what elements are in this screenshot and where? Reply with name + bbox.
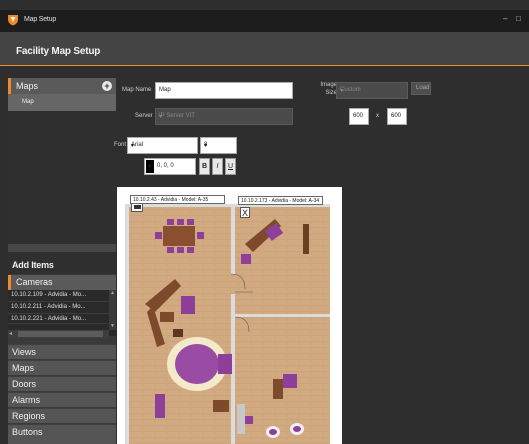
chevron-down-icon: ▾: [148, 164, 152, 170]
chevron-down-icon: ▾: [340, 88, 344, 94]
underline-button[interactable]: U: [225, 158, 236, 175]
maps-section-header: Maps +: [8, 78, 116, 94]
category-alarms[interactable]: Alarms: [8, 392, 116, 407]
camera-item[interactable]: 10.10.2.211 - Advidia - Mo...: [8, 302, 109, 314]
map-name-value: Map: [159, 87, 171, 93]
camera-label-text: 10.10.2.173 - Advidia - Model: A-34: [241, 198, 320, 204]
window-title: Map Setup: [24, 16, 57, 23]
sidebar-map-item[interactable]: Map: [8, 94, 116, 111]
category-label: Views: [12, 347, 36, 357]
category-buttons[interactable]: Buttons: [8, 424, 116, 444]
times-label: x: [376, 113, 379, 119]
title-bar: Map Setup – □: [0, 10, 529, 32]
category-regions[interactable]: Regions: [8, 408, 116, 423]
map-item-label: Map: [22, 99, 34, 105]
map-setup-window: Map Setup – □ Facility Map Setup Maps + …: [0, 0, 529, 444]
camera-label[interactable]: 10.10.2.43 - Advidia - Model: A-35: [130, 195, 225, 204]
camera-label[interactable]: 10.10.2.173 - Advidia - Model: A-34: [238, 196, 323, 205]
add-map-icon[interactable]: +: [102, 81, 112, 91]
font-label: Font: [114, 142, 127, 148]
scroll-down-icon[interactable]: ▼: [110, 323, 115, 329]
font-select[interactable]: Arial ▾: [127, 137, 198, 154]
image-size-label: Image Size: [320, 82, 337, 96]
category-label: Regions: [12, 411, 46, 421]
camera-label-text: 10.10.2.43 - Advidia - Model: A-35: [133, 197, 209, 203]
floor-plan-image: [125, 204, 330, 444]
scroll-up-icon[interactable]: ▲: [110, 290, 115, 296]
page-header: Facility Map Setup: [0, 32, 529, 66]
italic-button[interactable]: I: [212, 158, 223, 175]
maps-section-title: Maps: [16, 81, 39, 91]
cameras-vertical-scrollbar[interactable]: ▲ ▼: [109, 290, 116, 330]
map-name-input[interactable]: Map: [155, 82, 293, 99]
map-name-label: Map Name: [122, 87, 152, 93]
category-label: Buttons: [12, 427, 43, 437]
server-label: Server: [135, 113, 153, 119]
scrollbar-thumb[interactable]: [18, 331, 103, 337]
bold-button[interactable]: B: [199, 158, 210, 175]
cameras-section-header[interactable]: Cameras: [8, 275, 116, 290]
image-size-select[interactable]: Custom ▾: [336, 82, 408, 99]
maps-list-area: [8, 111, 116, 244]
width-input[interactable]: 600: [349, 108, 369, 125]
add-items-title: Add Items: [12, 260, 54, 270]
category-doors[interactable]: Doors: [8, 376, 116, 391]
load-button[interactable]: Load: [411, 82, 431, 95]
camera-item-label: 10.10.2.221 - Advidia - Mo...: [11, 316, 87, 322]
height-value: 600: [391, 113, 402, 119]
category-label: Maps: [12, 363, 35, 373]
height-input[interactable]: 600: [387, 108, 407, 125]
font-color-select[interactable]: 0, 0, 0 ▾: [144, 158, 196, 175]
cameras-title: Cameras: [16, 277, 53, 287]
map-canvas[interactable]: 10.10.2.43 - Advidia - Model: A-35 10.10…: [117, 187, 342, 444]
category-maps[interactable]: Maps: [8, 360, 116, 375]
minimize-button[interactable]: –: [503, 14, 507, 24]
chevron-down-icon: ▾: [204, 143, 208, 149]
category-label: Alarms: [12, 395, 41, 405]
camera-item[interactable]: 10.10.2.221 - Advidia - Mo...: [8, 314, 109, 324]
category-label: Doors: [12, 379, 37, 389]
load-button-label: Load: [416, 85, 430, 91]
camera-item-label: 10.10.2.211 - Advidia - Mo...: [11, 304, 86, 310]
page-title: Facility Map Setup: [16, 46, 101, 57]
width-value: 600: [353, 113, 364, 119]
cameras-horizontal-scrollbar[interactable]: ◂: [8, 330, 109, 338]
scroll-left-icon[interactable]: ◂: [9, 330, 12, 337]
category-views[interactable]: Views: [8, 344, 116, 359]
shield-logo-icon: [8, 15, 18, 26]
camera-item-label: 10.10.2.109 - Advidia - Mo...: [11, 292, 87, 298]
close-icon[interactable]: X: [240, 207, 250, 218]
server-select[interactable]: IP Server VIT ▾: [155, 108, 293, 125]
sidebar: Maps + Map Add Items Cameras 10.10.2.109…: [8, 78, 116, 444]
chevron-down-icon: ▾: [159, 114, 163, 120]
maximize-button[interactable]: □: [516, 14, 521, 24]
add-items-header: Add Items: [8, 252, 116, 274]
camera-item[interactable]: 10.10.2.109 - Advidia - Mo...: [8, 290, 109, 302]
splitter[interactable]: [8, 244, 116, 252]
font-size-select[interactable]: 8 ▾: [200, 137, 237, 154]
chevron-down-icon: ▾: [131, 143, 135, 149]
